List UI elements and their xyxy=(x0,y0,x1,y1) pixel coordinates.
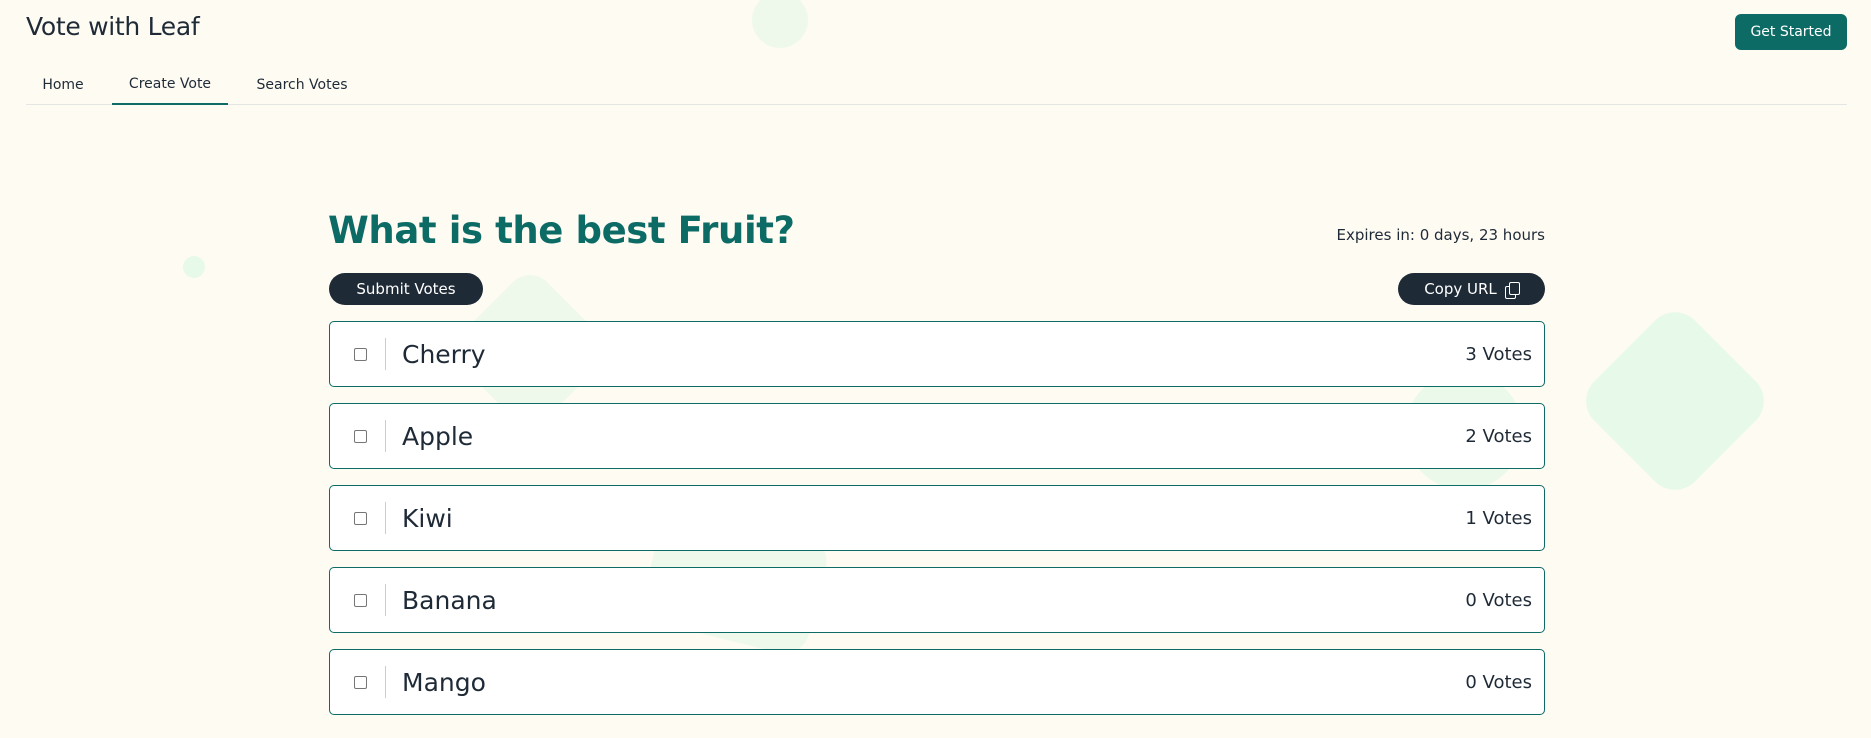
copy-url-label: Copy URL xyxy=(1424,280,1497,298)
tab-search-votes[interactable]: Search Votes xyxy=(240,66,364,105)
page: Vote with Leaf Get Started Home Create V… xyxy=(0,0,1871,738)
brand-title[interactable]: Vote with Leaf xyxy=(26,12,200,41)
divider xyxy=(385,338,386,370)
copy-url-button[interactable]: Copy URL xyxy=(1398,273,1545,305)
option-checkbox[interactable] xyxy=(354,347,367,361)
copy-icon xyxy=(1504,281,1520,299)
vote-count: 0 Votes xyxy=(1465,671,1532,693)
poll-title: What is the best Fruit? xyxy=(328,209,795,252)
vote-count: 2 Votes xyxy=(1465,425,1532,447)
option-checkbox[interactable] xyxy=(354,675,367,689)
option-row-kiwi[interactable]: Kiwi 1 Votes xyxy=(329,485,1545,551)
divider xyxy=(385,666,386,698)
option-name: Cherry xyxy=(402,339,486,369)
option-checkbox[interactable] xyxy=(354,511,367,525)
background-circle xyxy=(752,0,808,48)
background-dot xyxy=(183,256,205,278)
submit-votes-button[interactable]: Submit Votes xyxy=(329,273,483,305)
get-started-button[interactable]: Get Started xyxy=(1735,14,1847,50)
expires-text: Expires in: 0 days, 23 hours xyxy=(1336,226,1545,244)
tab-create-vote[interactable]: Create Vote xyxy=(112,66,228,105)
option-name: Apple xyxy=(402,421,474,451)
option-row-mango[interactable]: Mango 0 Votes xyxy=(329,649,1545,715)
option-row-banana[interactable]: Banana 0 Votes xyxy=(329,567,1545,633)
option-name: Kiwi xyxy=(402,503,453,533)
option-name: Banana xyxy=(402,585,497,615)
option-checkbox[interactable] xyxy=(354,429,367,443)
vote-count: 1 Votes xyxy=(1465,507,1532,529)
divider xyxy=(385,420,386,452)
vote-count: 3 Votes xyxy=(1465,343,1532,365)
option-name: Mango xyxy=(402,667,486,697)
vote-count: 0 Votes xyxy=(1465,589,1532,611)
submit-votes-label: Submit Votes xyxy=(356,280,456,298)
option-row-apple[interactable]: Apple 2 Votes xyxy=(329,403,1545,469)
nav-tabs: Home Create Vote Search Votes xyxy=(26,66,1847,105)
divider xyxy=(385,502,386,534)
options-list: Cherry 3 Votes Apple 2 Votes Kiwi 1 Vote… xyxy=(329,321,1545,731)
tab-home[interactable]: Home xyxy=(26,66,100,105)
option-row-cherry[interactable]: Cherry 3 Votes xyxy=(329,321,1545,387)
background-diamond xyxy=(1574,300,1776,502)
divider xyxy=(385,584,386,616)
option-checkbox[interactable] xyxy=(354,593,367,607)
